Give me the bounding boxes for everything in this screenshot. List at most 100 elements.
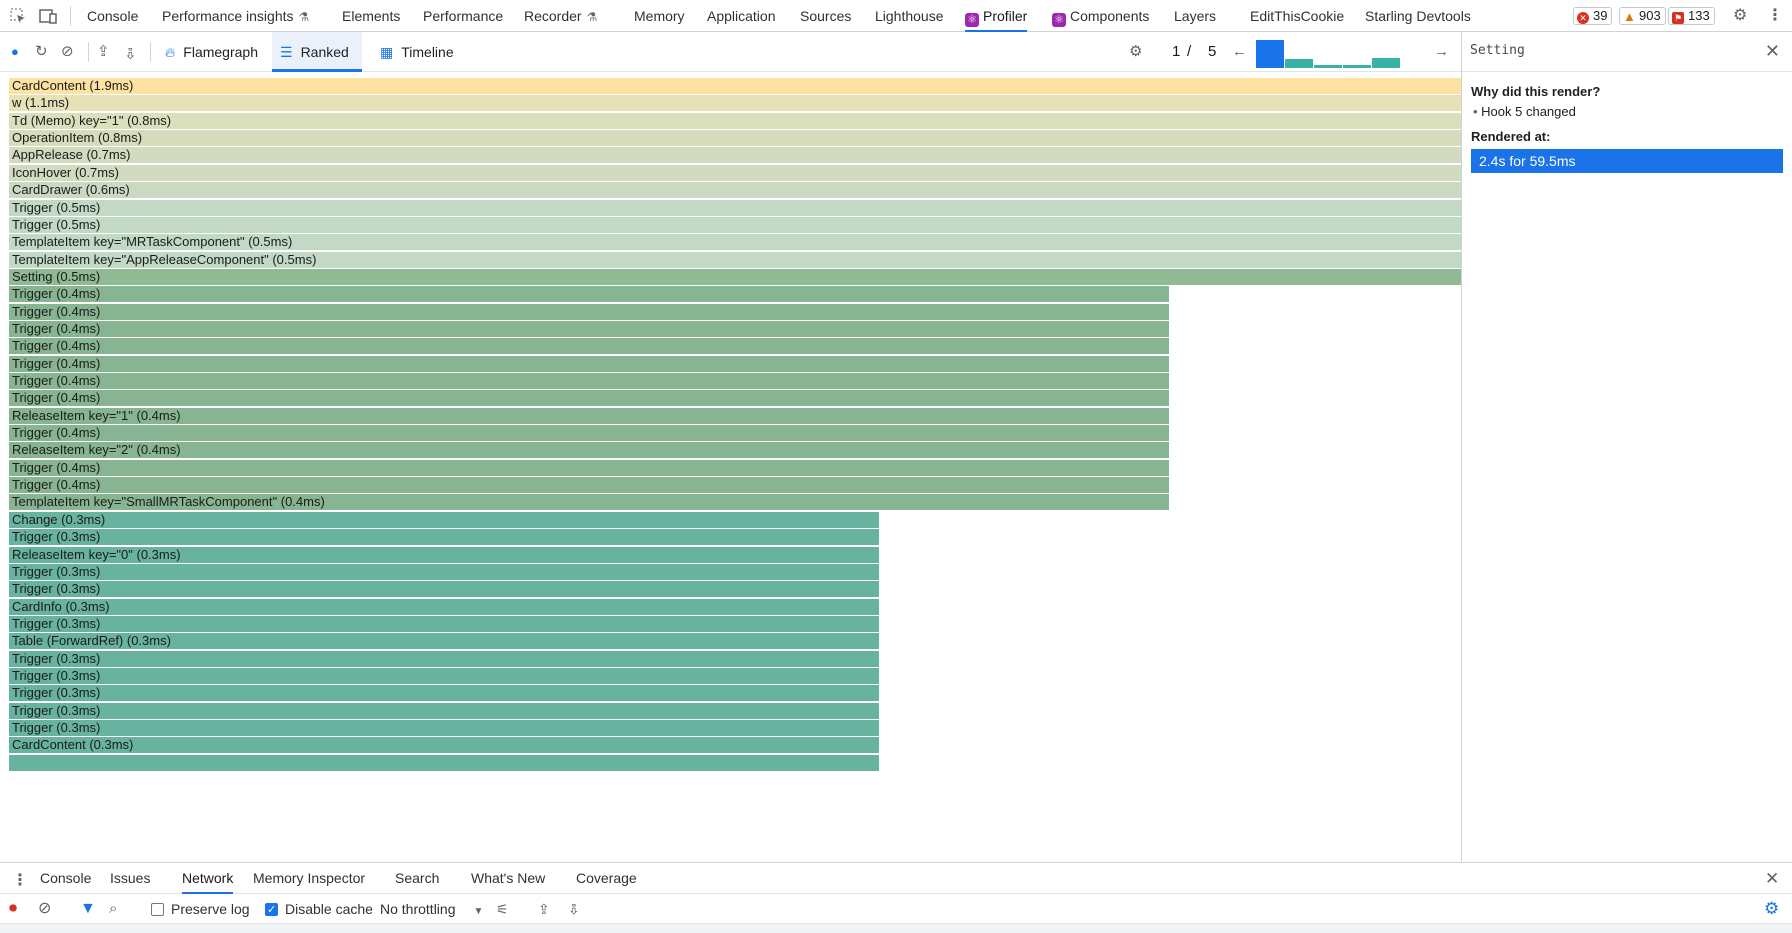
device-toolbar-icon[interactable] bbox=[38, 6, 58, 26]
tab-starling-devtools[interactable]: Starling Devtools bbox=[1365, 0, 1471, 32]
ranked-bar[interactable]: Setting (0.5ms) bbox=[9, 268, 1461, 285]
export-har-icon[interactable]: ⇪ bbox=[568, 900, 580, 918]
tab-elements[interactable]: Elements bbox=[342, 0, 400, 32]
tab-console[interactable]: Console bbox=[87, 0, 138, 32]
ranked-bar[interactable]: Trigger (0.4ms) bbox=[9, 355, 1169, 372]
tab-performance[interactable]: Performance bbox=[423, 0, 503, 32]
ranked-bar[interactable]: Trigger (0.4ms) bbox=[9, 303, 1169, 320]
ranked-bar[interactable]: Trigger (0.4ms) bbox=[9, 390, 1169, 407]
tab-ranked[interactable]: ☰ Ranked bbox=[272, 32, 362, 72]
ranked-bar[interactable]: Table (ForwardRef) (0.3ms) bbox=[9, 633, 879, 650]
network-conditions-icon[interactable]: ⚟ bbox=[496, 900, 509, 918]
ranked-bar[interactable]: OperationItem (0.8ms) bbox=[9, 130, 1461, 147]
tab-layers[interactable]: Layers bbox=[1174, 0, 1216, 32]
drawer-more-icon[interactable]: ⋮ bbox=[12, 870, 28, 890]
ranked-bar[interactable]: Trigger (0.3ms) bbox=[9, 615, 879, 632]
ranked-bar[interactable]: CardContent (0.3ms) bbox=[9, 737, 879, 754]
ranked-bar[interactable]: Trigger (0.3ms) bbox=[9, 529, 879, 546]
tab-components[interactable]: ⚛ Components bbox=[1052, 0, 1149, 32]
save-profile-icon[interactable]: ⇪ bbox=[124, 43, 137, 61]
ranked-bar[interactable]: Td (Memo) key="1" (0.8ms) bbox=[9, 112, 1461, 129]
ranked-bar[interactable]: IconHover (0.7ms) bbox=[9, 164, 1461, 181]
profiler-settings-gear-icon[interactable]: ⚙ bbox=[1129, 43, 1142, 61]
commit-bar[interactable] bbox=[1372, 58, 1400, 68]
stop-recording-icon[interactable]: ⏺ bbox=[9, 900, 17, 918]
tab-memory[interactable]: Memory bbox=[634, 0, 685, 32]
issues-counter[interactable]: ⚑ 133 bbox=[1668, 7, 1715, 25]
ranked-bar[interactable]: Trigger (0.4ms) bbox=[9, 320, 1169, 337]
drawer-tab-network[interactable]: Network bbox=[182, 863, 234, 894]
drawer-tab-issues[interactable]: Issues bbox=[110, 863, 150, 894]
commit-bar[interactable] bbox=[1256, 40, 1284, 68]
settings-gear-icon[interactable]: ⚙ bbox=[1733, 7, 1747, 25]
ranked-bar[interactable]: Trigger (0.4ms) bbox=[9, 373, 1169, 389]
ranked-bar[interactable]: TemplateItem key="MRTaskComponent" (0.5m… bbox=[9, 234, 1461, 251]
drawer-tab-what-s-new[interactable]: What's New bbox=[471, 863, 545, 894]
ranked-bar[interactable]: Change (0.3ms) bbox=[9, 511, 879, 528]
drawer-tab-console[interactable]: Console bbox=[40, 863, 91, 894]
tab-sources[interactable]: Sources bbox=[800, 0, 851, 32]
ranked-bar[interactable]: Trigger (0.3ms) bbox=[9, 650, 879, 667]
ranked-bar[interactable]: Trigger (0.3ms) bbox=[9, 581, 879, 598]
throttling-select[interactable]: No throttling ▼ bbox=[380, 900, 483, 918]
ranked-bar[interactable]: CardContent (1.9ms) bbox=[9, 78, 1461, 94]
tab-profiler[interactable]: ⚛ Profiler bbox=[965, 0, 1028, 32]
search-icon[interactable]: ⌕ bbox=[109, 900, 117, 918]
warning-counter[interactable]: ▲ 903 bbox=[1619, 7, 1666, 25]
network-settings-gear-icon[interactable]: ⚙ bbox=[1764, 900, 1779, 918]
preserve-log-checkbox[interactable]: Preserve log bbox=[151, 900, 250, 918]
ranked-bar[interactable]: TemplateItem key="SmallMRTaskComponent" … bbox=[9, 494, 1169, 511]
tab-editthiscookie[interactable]: EditThisCookie bbox=[1250, 0, 1344, 32]
drawer-tab-coverage[interactable]: Coverage bbox=[576, 863, 637, 894]
ranked-bar[interactable]: CardInfo (0.3ms) bbox=[9, 598, 879, 615]
drawer-tab-memory-inspector[interactable]: Memory Inspector bbox=[253, 863, 365, 894]
ranked-bar[interactable]: w (1.1ms) bbox=[9, 95, 1461, 112]
load-profile-icon[interactable]: ⇪ bbox=[97, 43, 110, 61]
reload-and-profile-icon[interactable]: ↻ bbox=[35, 43, 48, 61]
previous-commit-arrow-icon[interactable]: ← bbox=[1232, 43, 1247, 61]
ranked-bar[interactable]: Trigger (0.4ms) bbox=[9, 425, 1169, 441]
close-icon[interactable]: ✕ bbox=[1765, 41, 1780, 62]
tab-application[interactable]: Application bbox=[707, 0, 776, 32]
record-icon[interactable]: ● bbox=[11, 43, 19, 61]
ranked-bar[interactable]: Trigger (0.3ms) bbox=[9, 720, 879, 736]
inspect-element-icon[interactable] bbox=[8, 6, 28, 26]
ranked-bar[interactable]: Trigger (0.4ms) bbox=[9, 477, 1169, 494]
disable-cache-checkbox[interactable]: Disable cache bbox=[265, 900, 373, 919]
tab-performance-insights[interactable]: Performance insights ⚗ bbox=[162, 0, 309, 32]
ranked-bar[interactable]: Trigger (0.5ms) bbox=[9, 199, 1461, 216]
ranked-bar[interactable]: Trigger (0.4ms) bbox=[9, 459, 1169, 476]
ranked-bar[interactable]: ReleaseItem key="1" (0.4ms) bbox=[9, 407, 1169, 424]
clear-profiling-icon[interactable]: ⊘ bbox=[61, 43, 74, 61]
tab-lighthouse[interactable]: Lighthouse bbox=[875, 0, 944, 32]
ranked-bar[interactable]: TemplateItem key="AppReleaseComponent" (… bbox=[9, 251, 1461, 268]
tab-timeline[interactable]: ▦ Timeline bbox=[372, 32, 472, 72]
rendered-at-item[interactable]: 2.4s for 59.5ms bbox=[1471, 149, 1783, 173]
ranked-bar[interactable]: Trigger (0.4ms) bbox=[9, 338, 1169, 355]
error-counter[interactable]: ✕ 39 bbox=[1573, 7, 1613, 25]
ranked-bar[interactable]: Trigger (0.5ms) bbox=[9, 216, 1461, 233]
commit-bar[interactable] bbox=[1343, 65, 1371, 68]
ranked-bar[interactable]: Trigger (0.3ms) bbox=[9, 685, 879, 702]
ranked-bar[interactable]: Trigger (0.4ms) bbox=[9, 286, 1169, 303]
ranked-bar[interactable]: Trigger (0.3ms) bbox=[9, 563, 879, 580]
ranked-bar[interactable]: ReleaseItem key="2" (0.4ms) bbox=[9, 442, 1169, 459]
import-har-icon[interactable]: ⇪ bbox=[538, 900, 550, 918]
commit-selector-bars[interactable] bbox=[1256, 36, 1420, 68]
clear-log-icon[interactable]: ⊘ bbox=[38, 900, 51, 918]
ranked-bar[interactable]: CardDrawer (0.6ms) bbox=[9, 182, 1461, 199]
ranked-bar[interactable]: Trigger (0.3ms) bbox=[9, 702, 879, 719]
ranked-bar[interactable]: AppRelease (0.7ms) bbox=[9, 147, 1461, 164]
more-options-icon[interactable]: ⋮ bbox=[1767, 7, 1783, 25]
tab-flamegraph[interactable]: 🔥︎ Flamegraph bbox=[157, 32, 269, 72]
drawer-tab-search[interactable]: Search bbox=[395, 863, 439, 894]
commit-bar[interactable] bbox=[1285, 59, 1313, 68]
ranked-bar[interactable]: Trigger (0.3ms) bbox=[9, 667, 879, 684]
close-drawer-icon[interactable]: ✕ bbox=[1765, 869, 1779, 889]
commit-bar[interactable] bbox=[1314, 65, 1342, 68]
ranked-bar[interactable] bbox=[9, 754, 879, 771]
next-commit-arrow-icon[interactable]: → bbox=[1434, 43, 1449, 61]
filter-icon[interactable]: ▼ bbox=[80, 900, 96, 918]
ranked-bar[interactable]: ReleaseItem key="0" (0.3ms) bbox=[9, 546, 879, 563]
tab-recorder[interactable]: Recorder ⚗ bbox=[524, 0, 597, 32]
